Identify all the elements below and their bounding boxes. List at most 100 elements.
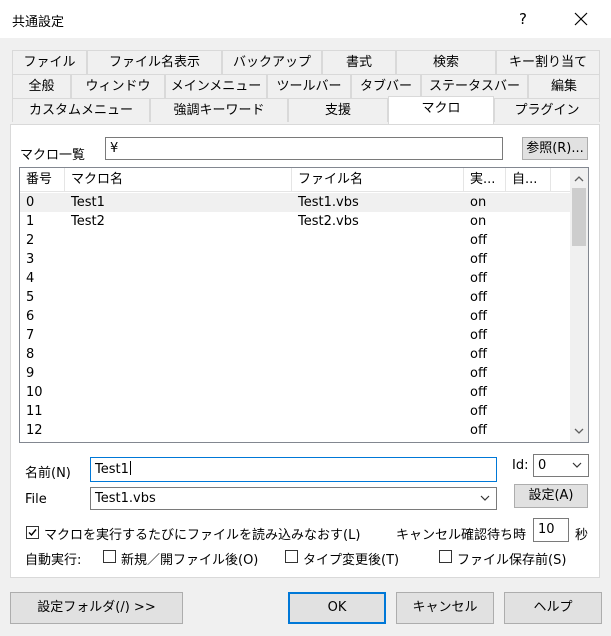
- tab-support[interactable]: 支援: [288, 98, 388, 122]
- table-row[interactable]: 6 off: [20, 307, 571, 326]
- tab-filename-display[interactable]: ファイル名表示: [87, 50, 222, 74]
- file-select-value: Test1.vbs: [95, 491, 156, 506]
- checkmark-icon: [28, 529, 37, 537]
- file-select[interactable]: Test1.vbs: [90, 487, 497, 510]
- table-row[interactable]: 10 off: [20, 383, 571, 402]
- settings-folder-button[interactable]: 設定フォルダ(/) >>: [10, 592, 183, 624]
- table-row[interactable]: 3 off: [20, 250, 571, 269]
- row-number: 2: [26, 233, 35, 248]
- auto-before-save-label[interactable]: ファイル保存前(S): [457, 549, 566, 568]
- row-number: 11: [26, 404, 43, 419]
- tab-toolbar[interactable]: ツールバー: [267, 74, 351, 98]
- row-number: 7: [26, 328, 35, 343]
- tab-backup[interactable]: バックアップ: [222, 50, 322, 74]
- row-number: 8: [26, 347, 35, 362]
- table-row[interactable]: 12 off: [20, 421, 571, 440]
- vertical-scrollbar[interactable]: [570, 168, 588, 442]
- reload-label[interactable]: マクロを実行するたびにファイルを読み込みなおす(L): [44, 524, 360, 543]
- row-number: 4: [26, 271, 35, 286]
- row-exec: off: [470, 309, 487, 324]
- tab-macro[interactable]: マクロ: [388, 96, 494, 124]
- table-row[interactable]: 0 Test1 Test1.vbs on: [20, 193, 571, 212]
- name-input-value: Test1: [95, 462, 129, 477]
- macro-folder-input[interactable]: ¥: [105, 137, 503, 160]
- help-footer-button[interactable]: ヘルプ: [504, 592, 602, 624]
- row-exec: off: [470, 347, 487, 362]
- tab-tabbar[interactable]: タブバー: [351, 74, 421, 98]
- column-header-macro-name[interactable]: マクロ名: [65, 168, 292, 192]
- title-bar: 共通設定 ?: [0, 0, 611, 38]
- browse-button[interactable]: 参照(R)...: [522, 137, 588, 160]
- tab-statusbar[interactable]: ステータスバー: [421, 74, 528, 98]
- column-header-exec[interactable]: 実...: [464, 168, 506, 192]
- row-number: 9: [26, 366, 35, 381]
- row-macro-name: Test2: [71, 214, 105, 229]
- set-button[interactable]: 設定(A): [514, 484, 588, 508]
- table-row[interactable]: 5 off: [20, 288, 571, 307]
- column-header-auto[interactable]: 自...: [506, 168, 551, 192]
- auto-type-change-label[interactable]: タイプ変更後(T): [303, 549, 399, 568]
- scroll-thumb[interactable]: [572, 188, 586, 246]
- row-exec: off: [470, 423, 487, 438]
- row-file-name: Test1.vbs: [298, 195, 359, 210]
- scroll-down-icon[interactable]: [570, 422, 588, 440]
- row-exec: on: [470, 195, 487, 210]
- auto-before-save-checkbox[interactable]: [439, 550, 452, 563]
- auto-new-open-label[interactable]: 新規／開ファイル後(O): [121, 549, 258, 568]
- column-header-number[interactable]: 番号: [20, 168, 65, 192]
- seconds-label: 秒: [575, 528, 589, 543]
- table-row[interactable]: 11 off: [20, 402, 571, 421]
- table-row[interactable]: 9 off: [20, 364, 571, 383]
- row-exec: off: [470, 366, 487, 381]
- tab-window[interactable]: ウィンドウ: [71, 74, 165, 98]
- tab-general[interactable]: 全般: [12, 74, 71, 98]
- tab-search[interactable]: 検索: [396, 50, 496, 74]
- id-label: Id:: [512, 458, 529, 473]
- cancel-button[interactable]: キャンセル: [396, 592, 494, 624]
- tab-key-assign[interactable]: キー割り当て: [496, 50, 600, 74]
- cancel-wait-input[interactable]: 10: [533, 518, 569, 542]
- row-exec: off: [470, 385, 487, 400]
- id-select[interactable]: 0: [533, 454, 589, 477]
- ok-button[interactable]: OK: [288, 592, 386, 624]
- table-header: 番号 マクロ名 ファイル名 実... 自...: [20, 168, 571, 192]
- row-exec: off: [470, 233, 487, 248]
- column-header-file-name[interactable]: ファイル名: [292, 168, 464, 192]
- tab-highlight-keyword[interactable]: 強調キーワード: [150, 98, 288, 122]
- table-row[interactable]: 4 off: [20, 269, 571, 288]
- row-file-name: Test2.vbs: [298, 214, 359, 229]
- help-button[interactable]: ?: [511, 8, 535, 30]
- tab-plugin[interactable]: プラグイン: [494, 98, 600, 122]
- chevron-down-icon: [572, 462, 582, 468]
- table-row[interactable]: 8 off: [20, 345, 571, 364]
- tab-edit[interactable]: 編集: [528, 74, 600, 98]
- row-exec: off: [470, 290, 487, 305]
- row-exec: off: [470, 252, 487, 267]
- tab-main-menu[interactable]: メインメニュー: [165, 74, 267, 98]
- row-exec: off: [470, 271, 487, 286]
- autorun-label: 自動実行:: [25, 553, 82, 568]
- cancel-wait-label: キャンセル確認待ち時: [396, 528, 527, 543]
- auto-new-open-checkbox[interactable]: [103, 550, 116, 563]
- name-label: 名前(N): [25, 466, 71, 481]
- name-input[interactable]: Test1: [90, 457, 497, 482]
- close-button[interactable]: [563, 5, 599, 33]
- scroll-up-icon[interactable]: [570, 170, 588, 188]
- row-exec: off: [470, 328, 487, 343]
- window-title: 共通設定: [12, 15, 65, 30]
- row-number: 12: [26, 423, 43, 438]
- text-cursor: [129, 461, 131, 475]
- tab-file[interactable]: ファイル: [12, 50, 87, 74]
- tab-format[interactable]: 書式: [322, 50, 396, 74]
- macro-table[interactable]: 番号 マクロ名 ファイル名 実... 自... 0 Test1 Test1.vbs o…: [19, 167, 589, 443]
- table-row[interactable]: 1 Test2 Test2.vbs on: [20, 212, 571, 231]
- tab-custom-menu[interactable]: カスタムメニュー: [12, 98, 150, 122]
- row-exec: on: [470, 214, 487, 229]
- reload-checkbox[interactable]: [26, 526, 39, 539]
- auto-type-change-checkbox[interactable]: [285, 550, 298, 563]
- table-row[interactable]: 2 off: [20, 231, 571, 250]
- id-select-value: 0: [538, 458, 547, 473]
- table-row[interactable]: 7 off: [20, 326, 571, 345]
- row-number: 10: [26, 385, 43, 400]
- row-number: 1: [26, 214, 35, 229]
